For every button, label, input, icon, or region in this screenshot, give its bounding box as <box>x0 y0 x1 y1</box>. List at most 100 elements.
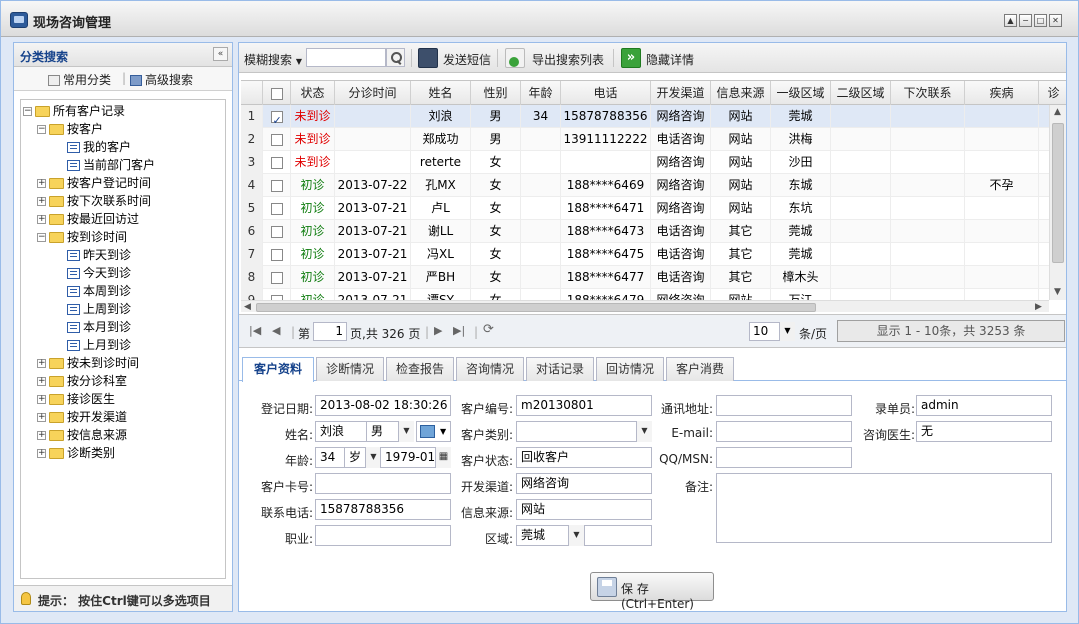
first-page-icon[interactable]: |◀ <box>249 324 261 337</box>
row-checkbox[interactable] <box>270 109 283 128</box>
tree-folder[interactable]: − 按到诊时间 <box>37 228 127 246</box>
scroll-up-icon[interactable]: ▲ <box>1054 107 1061 117</box>
expand-icon[interactable]: + <box>37 197 46 206</box>
tree-leaf[interactable]: 我的客户 <box>67 138 131 156</box>
photo-button[interactable]: ▼ <box>416 421 451 442</box>
column-header[interactable] <box>241 81 263 105</box>
tree-folder[interactable]: + 诊断类别 <box>37 444 115 462</box>
column-header[interactable]: 状态 <box>291 81 335 105</box>
scroll-left-icon[interactable]: ◀ <box>244 302 251 312</box>
region2-field[interactable] <box>584 525 652 546</box>
tab-5[interactable]: 回访情况 <box>596 357 664 381</box>
tree-leaf[interactable]: 本月到诊 <box>67 318 131 336</box>
export-icon[interactable] <box>505 48 525 68</box>
collapse-icon[interactable]: − <box>23 107 32 116</box>
column-header[interactable]: 电话 <box>561 81 651 105</box>
job-field[interactable] <box>315 525 451 546</box>
page-number-input[interactable]: 1 <box>313 322 347 341</box>
row-checkbox[interactable] <box>270 133 283 146</box>
table-row[interactable]: 3 未到诊 reterte 女 网络咨询 网站 沙田 <box>241 151 1049 174</box>
tree-folder[interactable]: − 按客户 <box>37 120 103 138</box>
doctor-field[interactable]: 无 <box>916 421 1052 442</box>
tab-3[interactable]: 咨询情况 <box>456 357 524 381</box>
cust-no-field[interactable]: m20130801 <box>516 395 652 416</box>
cust-status-field[interactable]: 回收客户 <box>516 447 652 468</box>
reg-date-field[interactable]: 2013-08-02 18:30:26 <box>315 395 451 416</box>
collapse-icon[interactable]: − <box>37 125 46 134</box>
expand-icon[interactable]: + <box>37 377 46 386</box>
refresh-icon[interactable]: ⟳ <box>483 322 494 337</box>
tab-0[interactable]: 客户资料 <box>242 357 314 382</box>
tree-folder[interactable]: + 接诊医生 <box>37 390 115 408</box>
chevron-down-icon[interactable]: ▼ <box>779 322 795 341</box>
chevron-down-icon[interactable]: ▼ <box>365 447 381 468</box>
recorder-field[interactable]: admin <box>916 395 1052 416</box>
tree-leaf[interactable]: 本周到诊 <box>67 282 131 300</box>
chevron-down-icon[interactable]: ▼ <box>398 421 414 442</box>
table-row[interactable]: 2 未到诊 郑成功男 13911112222 电话咨询 网站 洪梅 <box>241 128 1049 151</box>
table-row[interactable]: 7 初诊 2013-07-21 冯XL 女 188****6475 电话咨询 其它 莞城 <box>241 243 1049 266</box>
expand-icon[interactable]: + <box>37 395 46 404</box>
table-row[interactable]: 5 初诊 2013-07-21 卢L 女 188****6471 网络咨询 网站 东坑 <box>241 197 1049 220</box>
row-checkbox[interactable] <box>270 248 283 261</box>
send-sms-button[interactable]: 发送短信 <box>443 51 491 68</box>
scroll-down-icon[interactable]: ▼ <box>1054 287 1061 297</box>
row-checkbox[interactable] <box>270 225 283 238</box>
row-checkbox[interactable] <box>270 202 283 215</box>
source-field[interactable]: 网站 <box>516 499 652 520</box>
collapse-icon[interactable]: « <box>213 47 228 61</box>
email-field[interactable] <box>716 421 852 442</box>
tree-folder[interactable]: + 按信息来源 <box>37 426 127 444</box>
save-button[interactable]: 保 存(Ctrl+Enter) <box>590 572 714 611</box>
tree-leaf[interactable]: 上月到诊 <box>67 336 131 354</box>
qq-field[interactable] <box>716 447 852 468</box>
phone-field[interactable]: 15878788356 <box>315 499 451 520</box>
column-header[interactable]: 性别 <box>471 81 521 105</box>
tree-folder[interactable]: + 按分诊科室 <box>37 372 127 390</box>
scroll-right-icon[interactable]: ▶ <box>1035 302 1042 312</box>
tree-folder[interactable]: + 按未到诊时间 <box>37 354 139 372</box>
hide-details-button[interactable]: 隐藏详情 <box>646 51 694 68</box>
column-header[interactable] <box>263 81 291 105</box>
expand-icon[interactable]: + <box>37 359 46 368</box>
maximize-icon[interactable]: □ <box>1034 14 1047 27</box>
tree-folder[interactable]: + 按最近回访过 <box>37 210 139 228</box>
prev-page-icon[interactable]: ◀ <box>272 324 280 337</box>
remark-textarea[interactable] <box>716 473 1052 543</box>
minimize-icon[interactable]: − <box>1019 14 1032 27</box>
collapse-icon[interactable]: − <box>37 233 46 242</box>
expand-icon[interactable]: + <box>37 179 46 188</box>
table-row[interactable]: 4 初诊 2013-07-22 孔MX 女 188****6469 网络咨询 网站 东城 不孕 <box>241 174 1049 197</box>
channel-field[interactable]: 网络咨询 <box>516 473 652 494</box>
sms-icon[interactable] <box>418 48 438 68</box>
tree-leaf[interactable]: 今天到诊 <box>67 264 131 282</box>
tree-leaf[interactable]: 上周到诊 <box>67 300 131 318</box>
column-header[interactable]: 二级区域 <box>831 81 891 105</box>
scroll-thumb[interactable] <box>256 303 816 312</box>
table-row[interactable]: 1 未到诊 刘浪男3415878788356网络咨询网站莞城 <box>241 105 1049 128</box>
column-header[interactable]: 开发渠道 <box>651 81 711 105</box>
next-page-icon[interactable]: ▶ <box>434 324 442 337</box>
card-field[interactable] <box>315 473 451 494</box>
horizontal-scrollbar[interactable]: ◀ ▶ <box>241 300 1049 312</box>
row-checkbox[interactable] <box>270 271 283 284</box>
vertical-scrollbar[interactable]: ▲ ▼ <box>1049 105 1066 300</box>
chevron-down-icon[interactable]: ▼ <box>568 525 584 546</box>
tree-folder[interactable]: − 所有客户记录 <box>23 102 125 120</box>
column-header[interactable]: 年龄 <box>521 81 561 105</box>
tree-folder[interactable]: + 按客户登记时间 <box>37 174 151 192</box>
scroll-thumb[interactable] <box>1052 123 1064 263</box>
tab-4[interactable]: 对话记录 <box>526 357 594 381</box>
double-chevron-right-icon[interactable]: » <box>621 48 641 68</box>
last-page-icon[interactable]: ▶| <box>453 324 465 337</box>
tree-folder[interactable]: + 按开发渠道 <box>37 408 127 426</box>
address-field[interactable] <box>716 395 852 416</box>
tab-6[interactable]: 客户消费 <box>666 357 734 381</box>
column-header[interactable]: 姓名 <box>411 81 471 105</box>
row-checkbox[interactable] <box>270 156 283 169</box>
age-field[interactable]: 34 <box>315 447 345 468</box>
search-input[interactable] <box>306 48 386 67</box>
common-category-button[interactable]: 常用分类 <box>48 71 111 88</box>
select-all-checkbox[interactable] <box>270 87 283 100</box>
fuzzy-search-dropdown[interactable]: 模糊搜索 ▼ <box>244 51 302 68</box>
